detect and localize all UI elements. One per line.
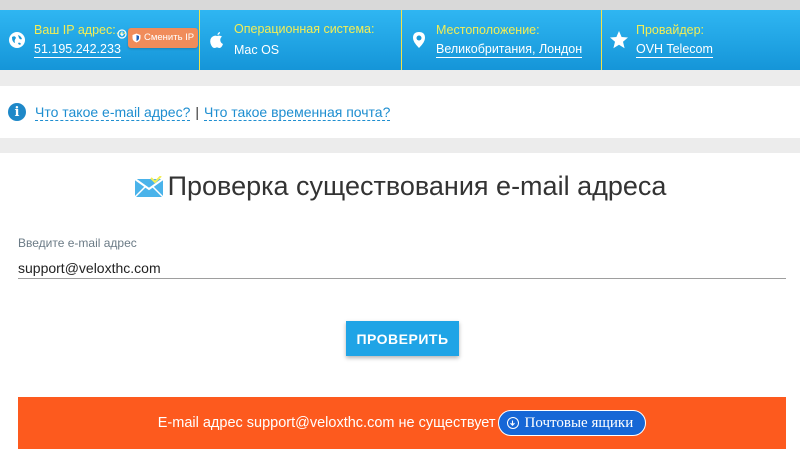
- ip-label: Ваш IP адрес:...: [34, 23, 127, 37]
- result-banner: E-mail адрес support@veloxthc.com не сущ…: [18, 397, 786, 449]
- os-label: Операционная система:: [234, 22, 375, 36]
- top-info-bar: Ваш IP адрес:... 51.195.242.233 Сменить …: [0, 0, 800, 70]
- location-link[interactable]: Великобритания, Лондон: [436, 42, 583, 58]
- what-is-temp-mail-link[interactable]: Что такое временная почта?: [204, 104, 391, 121]
- mailboxes-label: Почтовые ящики: [524, 414, 634, 431]
- location-label: Местоположение:: [436, 23, 540, 37]
- provider-segment: Провайдер: OVH Telecom: [602, 10, 800, 70]
- info-bar: i Что такое e-mail адрес? | Что такое вр…: [0, 86, 800, 138]
- ip-extra-icon: [117, 28, 127, 42]
- email-check-card: Проверка существования e-mail адреса Вве…: [0, 153, 800, 458]
- email-input[interactable]: [18, 257, 786, 279]
- envelope-icon: [134, 175, 164, 198]
- what-is-email-link[interactable]: Что такое e-mail адрес?: [35, 104, 191, 121]
- globe-icon: [6, 29, 28, 51]
- check-button[interactable]: ПРОВЕРИТЬ: [346, 321, 459, 356]
- apple-icon: [206, 29, 228, 51]
- map-pin-icon: [408, 29, 430, 51]
- change-ip-button[interactable]: Сменить IP: [128, 28, 199, 48]
- ip-address-link[interactable]: 51.195.242.233: [34, 42, 121, 58]
- email-field-label: Введите e-mail адрес: [18, 236, 137, 250]
- result-text: E-mail адрес support@veloxthc.com не сущ…: [157, 415, 496, 431]
- provider-label: Провайдер:: [636, 23, 704, 37]
- star-icon: [608, 29, 630, 51]
- shield-icon: [132, 33, 141, 43]
- download-circle-icon: [506, 417, 519, 429]
- ip-segment: Ваш IP адрес:... 51.195.242.233 Сменить …: [0, 10, 200, 70]
- title-row: Проверка существования e-mail адреса: [0, 171, 800, 202]
- os-segment: Операционная система: Mac OS: [200, 10, 402, 70]
- os-value: Mac OS: [234, 43, 280, 57]
- page-title: Проверка существования e-mail адреса: [167, 171, 667, 201]
- provider-link[interactable]: OVH Telecom: [636, 42, 713, 58]
- info-icon: i: [8, 103, 26, 121]
- change-ip-label: Сменить IP: [144, 32, 195, 43]
- mailboxes-button[interactable]: Почтовые ящики: [497, 410, 647, 436]
- location-segment: Местоположение: Великобритания, Лондон: [402, 10, 602, 70]
- link-separator: |: [195, 104, 200, 120]
